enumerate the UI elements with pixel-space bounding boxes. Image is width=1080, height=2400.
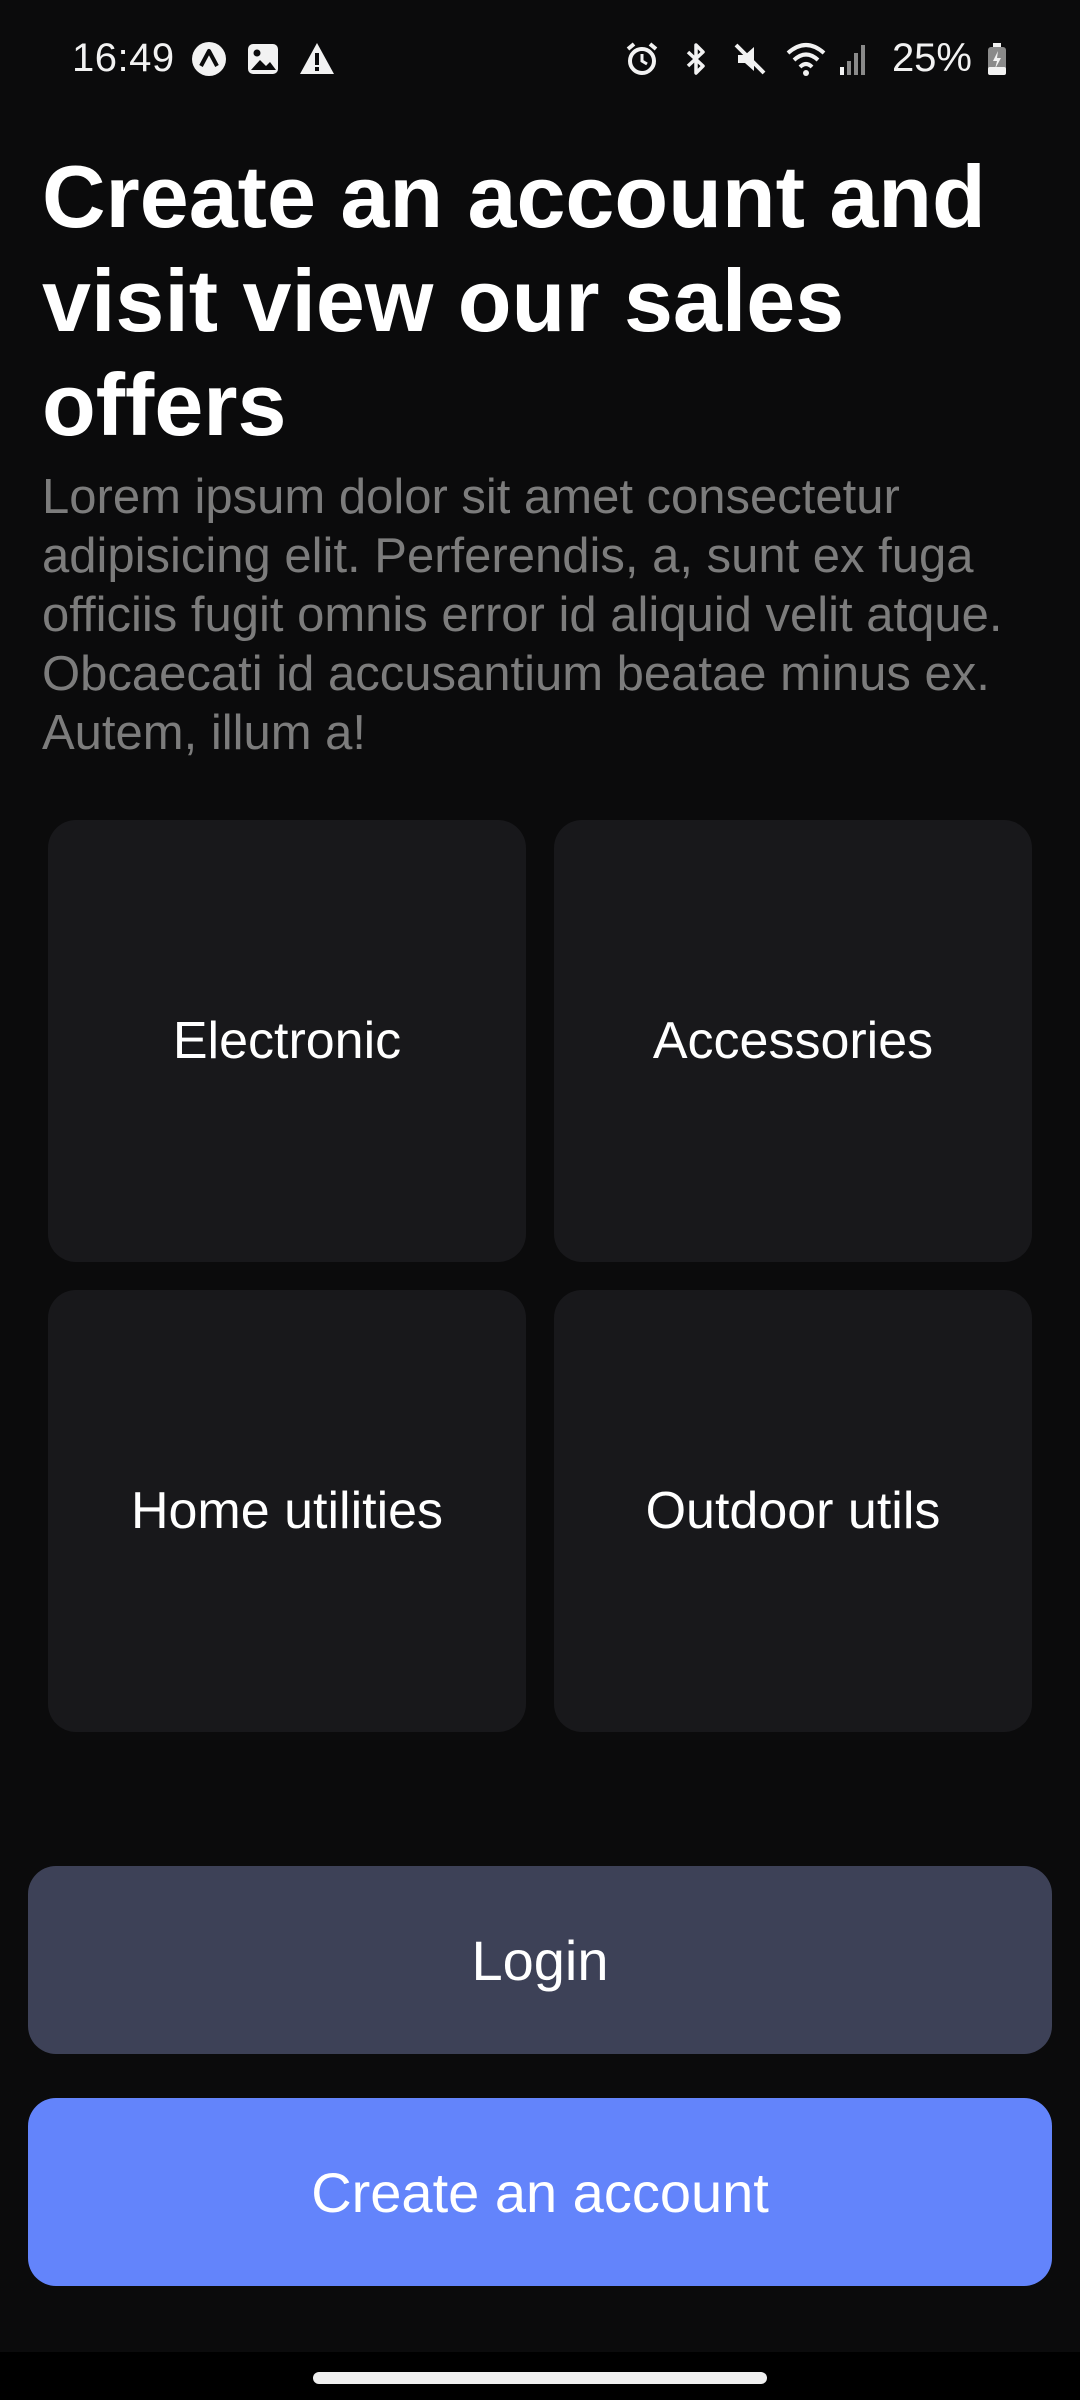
status-bar: 16:49 25% [0,0,1080,120]
warning-icon [297,39,337,79]
home-indicator[interactable] [313,2372,767,2384]
category-grid: Electronic Accessories Home utilities Ou… [48,820,1032,1732]
status-right: 25% [622,36,1008,81]
status-left: 16:49 [72,36,337,81]
wifi-icon [784,39,826,79]
mute-icon [730,39,770,79]
bluetooth-icon [676,39,716,79]
nearby-share-icon [189,39,229,79]
category-tile-electronic[interactable]: Electronic [48,820,526,1262]
image-icon [243,39,283,79]
battery-icon [986,39,1008,79]
category-tile-outdoor-utils[interactable]: Outdoor utils [554,1290,1032,1732]
alarm-icon [622,39,662,79]
battery-percentage: 25% [891,36,972,80]
status-time: 16:49 [72,36,175,80]
page-title: Create an account and visit view our sal… [42,147,986,454]
login-button[interactable]: Login [28,1866,1052,2054]
category-tile-home-utilities[interactable]: Home utilities [48,1290,526,1732]
signal-icon [838,39,878,79]
page-description: Lorem ipsum dolor sit amet consectetur a… [42,470,1003,760]
category-tile-accessories[interactable]: Accessories [554,820,1032,1262]
create-account-button[interactable]: Create an account [28,2098,1052,2286]
